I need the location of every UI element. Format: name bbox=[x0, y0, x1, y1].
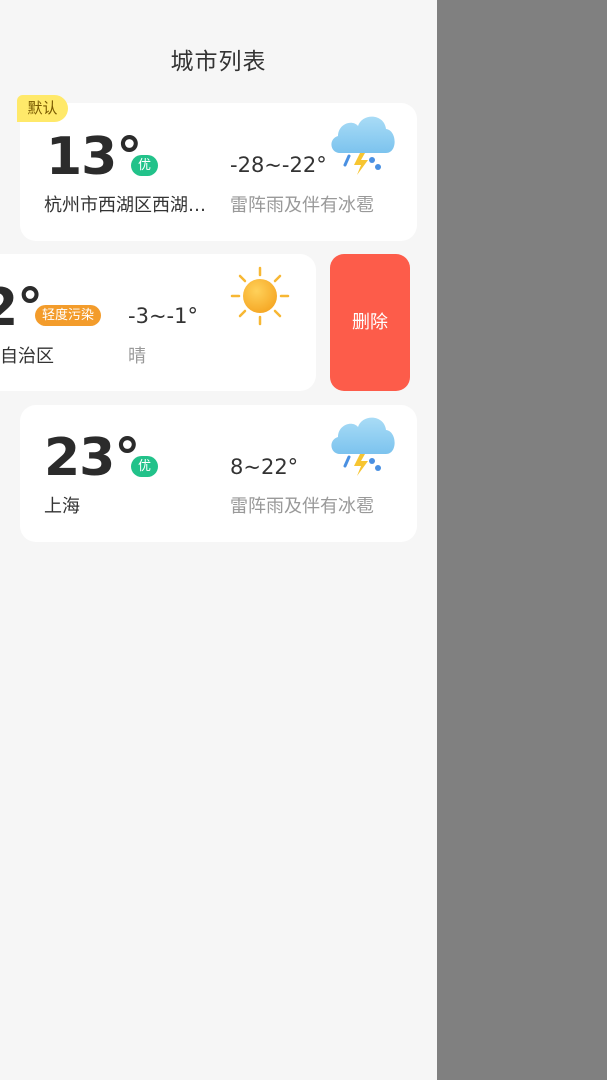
weather-condition: 雷阵雨及伴有冰雹 bbox=[230, 496, 374, 517]
city-card-swiped[interactable]: 2° 轻度污染 自治区 -3~-1° 晴 bbox=[0, 254, 316, 391]
city-name: 自治区 bbox=[0, 346, 54, 367]
city-name: 上海 bbox=[44, 496, 80, 517]
page-title: 城市列表 bbox=[170, 49, 267, 75]
weather-condition: 晴 bbox=[128, 346, 146, 367]
aqi-badge: 轻度污染 bbox=[35, 305, 102, 326]
temperature: 2° bbox=[0, 278, 43, 338]
temperature: 13° bbox=[46, 127, 142, 187]
aqi-badge: 优 bbox=[131, 456, 159, 477]
temperature: 23° bbox=[44, 428, 140, 488]
city-card-hangzhou[interactable]: 13° 优 杭州市西湖区西湖… -28~-22° 雷阵雨及伴有冰雹 bbox=[20, 103, 417, 241]
aqi-badge: 优 bbox=[131, 155, 159, 176]
city-list-panel: 城市列表 13° 优 杭州市西湖区西湖… -28~-22° 雷阵雨及伴有冰雹 默… bbox=[0, 0, 437, 1080]
city-card-shanghai[interactable]: 23° 优 上海 8~22° 雷阵雨及伴有冰雹 bbox=[20, 405, 417, 542]
dim-overlay[interactable] bbox=[437, 0, 607, 1080]
default-tag: 默认 bbox=[17, 95, 68, 122]
delete-button[interactable]: 删除 bbox=[330, 254, 410, 391]
city-name: 杭州市西湖区西湖… bbox=[44, 195, 206, 216]
thunderstorm-hail-icon bbox=[331, 417, 395, 476]
temperature-range: 8~22° bbox=[230, 455, 299, 479]
thunderstorm-hail-icon bbox=[331, 116, 395, 175]
temperature-range: -3~-1° bbox=[128, 304, 198, 328]
weather-condition: 雷阵雨及伴有冰雹 bbox=[230, 195, 374, 216]
sun-icon bbox=[230, 266, 290, 326]
temperature-range: -28~-22° bbox=[230, 153, 327, 177]
